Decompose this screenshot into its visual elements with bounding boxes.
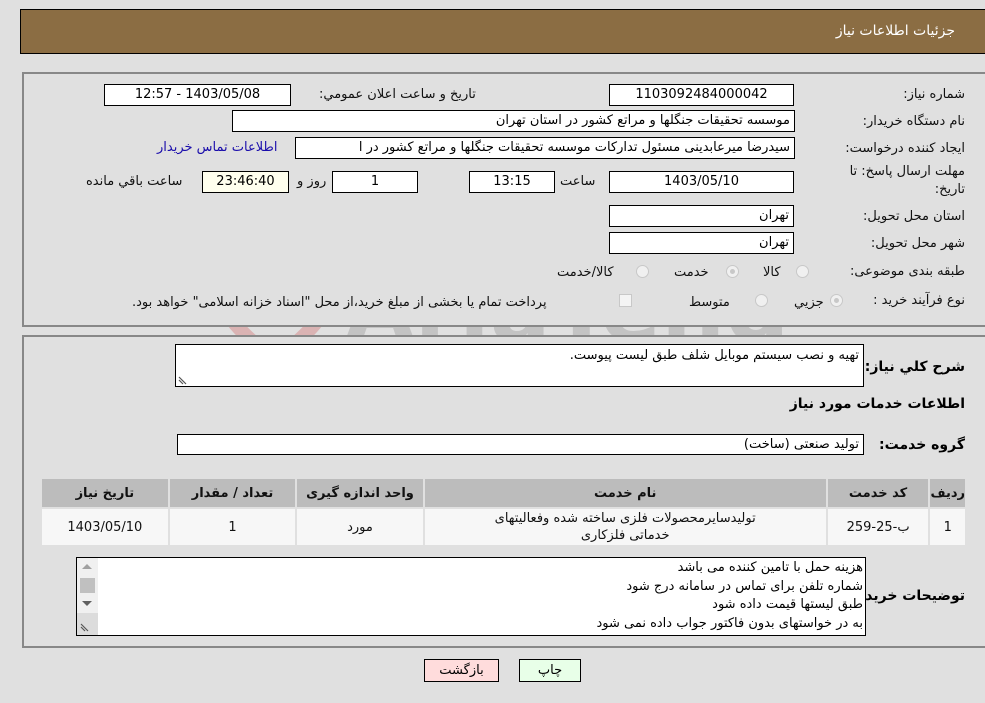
col-header-service-name: نام خدمت — [422, 477, 828, 509]
col-header-quantity: تعداد / مقدار — [167, 477, 298, 509]
remaining-days-field: 1 — [332, 171, 418, 193]
buyer-contact-link[interactable]: اطلاعات تماس خریدار — [157, 140, 277, 155]
buyer-notes-textarea[interactable]: هزینه حمل با تامین کننده می باشد شماره ت… — [76, 557, 866, 636]
remaining-time-field: 23:46:40 — [202, 171, 289, 193]
category-radio-goods[interactable] — [796, 265, 809, 278]
announce-datetime-field: 1403/05/08 - 12:57 — [104, 84, 291, 106]
scroll-down-arrow-icon[interactable] — [82, 601, 92, 606]
back-button[interactable]: بازگشت — [424, 659, 499, 682]
category-radio-service[interactable] — [726, 265, 739, 278]
deadline-time-field: 13:15 — [469, 171, 555, 193]
buyer-note-line: طبق لیستها قیمت داده شود — [712, 597, 863, 612]
print-button[interactable]: چاپ — [519, 659, 581, 682]
announce-datetime-label: تاریخ و ساعت اعلان عمومي: — [319, 87, 476, 102]
need-info-panel: شماره نیاز: 1103092484000042 تاریخ و ساع… — [22, 72, 985, 327]
description-textarea[interactable]: تهیه و نصب سیستم موبایل شلف طبق لیست پیو… — [175, 344, 864, 387]
category-option-goods-service: کالا/خدمت — [557, 265, 614, 280]
buyer-note-line: شماره تلفن برای تماس در سامانه درج شود — [626, 578, 863, 594]
city-field: تهران — [609, 232, 794, 254]
cell-unit: مورد — [295, 507, 425, 547]
need-number-label: شماره نیاز: — [903, 87, 965, 102]
province-field: تهران — [609, 205, 794, 227]
scroll-thumb[interactable] — [80, 578, 95, 593]
cell-service-name: تولیدسایرمحصولات فلزی ساخته شده وفعالیته… — [422, 507, 828, 547]
purchase-radio-medium[interactable] — [755, 294, 768, 307]
service-group-label: گروه خدمت: — [879, 437, 965, 453]
resize-grip-icon[interactable] — [178, 376, 187, 385]
requester-field: سیدرضا میرعابدینی مسئول تدارکات موسسه تح… — [295, 137, 795, 159]
scroll-corner — [77, 613, 98, 635]
deadline-label: مهلت ارسال پاسخ: تا — [849, 164, 965, 179]
buyer-notes-scrollbar[interactable] — [77, 558, 98, 635]
buyer-note-line: به در خواستهای بدون فاکتور جواب داده نمی… — [596, 615, 863, 631]
city-label: شهر محل تحویل: — [870, 236, 965, 251]
requester-label: ایجاد کننده درخواست: — [845, 141, 965, 156]
need-number-field: 1103092484000042 — [609, 84, 794, 106]
cell-row-num: 1 — [928, 507, 967, 547]
scroll-up-arrow-icon[interactable] — [82, 564, 92, 569]
col-header-service-code: کد خدمت — [825, 477, 931, 509]
deadline-date-field: 1403/05/10 — [609, 171, 794, 193]
buyer-note-line: هزینه حمل با تامین کننده می باشد — [677, 560, 863, 575]
category-label: طبقه بندی موضوعی: — [849, 264, 965, 279]
treasury-checkbox[interactable] — [619, 294, 632, 307]
province-label: استان محل تحویل: — [863, 209, 965, 224]
purchase-option-medium: متوسط — [689, 295, 730, 310]
services-heading: اطلاعات خدمات مورد نیاز — [789, 396, 965, 412]
services-table: ردیف کد خدمت نام خدمت واحد اندازه گیری ت… — [40, 477, 967, 547]
category-option-service: خدمت — [674, 265, 709, 280]
cell-need-date: 1403/05/10 — [40, 507, 170, 547]
table-row: 1 ب-25-259 تولیدسایرمحصولات فلزی ساخته ش… — [40, 507, 967, 547]
resize-grip-icon[interactable] — [80, 623, 89, 632]
col-header-unit: واحد اندازه گیری — [295, 477, 425, 509]
table-header-row: ردیف کد خدمت نام خدمت واحد اندازه گیری ت… — [40, 477, 967, 509]
purchase-option-minor: جزيي — [794, 295, 824, 310]
col-header-row-num: ردیف — [928, 477, 967, 509]
page-header: جزئیات اطلاعات نیاز — [20, 9, 985, 54]
col-header-need-date: تاریخ نیاز — [40, 477, 170, 509]
days-label: روز و — [297, 174, 327, 189]
deadline-label-date: تاریخ: — [934, 182, 965, 197]
buyer-org-label: نام دستگاه خريدار: — [862, 114, 965, 129]
description-text: تهیه و نصب سیستم موبایل شلف طبق لیست پیو… — [569, 348, 859, 363]
category-option-goods: کالا — [763, 265, 781, 280]
deadline-time-label: ساعت — [560, 174, 596, 189]
purchase-type-label: نوع فرآیند خرید : — [873, 293, 965, 308]
remaining-time-label: ساعت باقي مانده — [86, 174, 183, 189]
purchase-radio-minor[interactable] — [830, 294, 843, 307]
details-panel: شرح كلي نياز: تهیه و نصب سیستم موبایل شل… — [22, 335, 985, 648]
service-group-field: تولید صنعتی (ساخت) — [177, 434, 864, 455]
category-radio-goods-service[interactable] — [636, 265, 649, 278]
treasury-note: پرداخت تمام یا بخشی از مبلغ خرید،از محل … — [132, 295, 547, 310]
cell-quantity: 1 — [167, 507, 298, 547]
cell-service-code: ب-25-259 — [825, 507, 931, 547]
page-title: جزئیات اطلاعات نیاز — [835, 23, 955, 39]
description-label: شرح كلي نياز: — [864, 359, 965, 375]
buyer-org-field: موسسه تحقیقات جنگلها و مراتع کشور در است… — [232, 110, 795, 132]
